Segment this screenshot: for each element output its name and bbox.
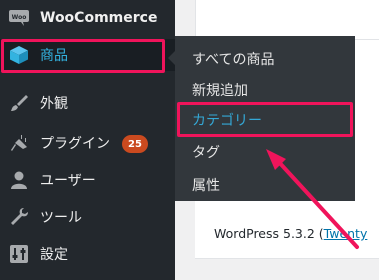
submenu-item-categories[interactable]: カテゴリー: [192, 110, 262, 130]
submenu-item-attributes[interactable]: 属性: [192, 175, 220, 195]
sidebar-item-label: プラグイン: [40, 136, 110, 152]
products-submenu: すべての商品 新規追加 カテゴリー タグ 属性: [168, 36, 355, 201]
sidebar-item-settings[interactable]: 設定: [0, 238, 175, 270]
wrench-icon: [9, 208, 29, 226]
sidebar-item-label: 外観: [40, 96, 68, 112]
wp-version-prefix: WordPress 5.3.2 (: [214, 226, 324, 241]
sidebar-item-plugins[interactable]: プラグイン 25: [0, 127, 175, 159]
submenu-item-add-new[interactable]: 新規追加: [192, 80, 248, 100]
submenu-item-tags[interactable]: タグ: [192, 142, 220, 162]
sidebar-item-label: 設定: [40, 247, 68, 263]
content-panel: [195, 0, 379, 40]
sidebar-item-label: 商品: [40, 48, 68, 64]
cube-icon: [9, 46, 29, 64]
woo-logo-icon: Woo: [9, 9, 29, 27]
submenu-item-all-products[interactable]: すべての商品: [192, 49, 274, 69]
sidebar-item-woocommerce[interactable]: Woo WooCommerce: [0, 2, 175, 34]
content-footer: [195, 258, 379, 280]
sidebar-item-products[interactable]: 商品: [0, 39, 175, 71]
plug-icon: [9, 134, 29, 152]
admin-sidebar: Woo WooCommerce 商品 外観 プラグイン 25 ユーザー ツール …: [0, 0, 175, 280]
wp-version-text: WordPress 5.3.2 (Twenty: [214, 226, 367, 241]
paintbrush-icon: [9, 94, 29, 112]
sidebar-item-appearance[interactable]: 外観: [0, 87, 175, 119]
sidebar-item-label: ユーザー: [40, 173, 96, 189]
sidebar-item-label: ツール: [40, 210, 82, 226]
sidebar-item-users[interactable]: ユーザー: [0, 164, 175, 196]
sidebar-item-tools[interactable]: ツール: [0, 201, 175, 233]
user-icon: [9, 171, 29, 189]
theme-link[interactable]: Twenty: [324, 226, 368, 241]
svg-text:Woo: Woo: [12, 14, 27, 21]
update-count-badge: 25: [122, 135, 148, 153]
sliders-icon: [9, 245, 29, 263]
sidebar-item-label: WooCommerce: [40, 10, 158, 26]
screen: WordPress 5.3.2 (Twenty Woo WooCommerce: [0, 0, 379, 280]
